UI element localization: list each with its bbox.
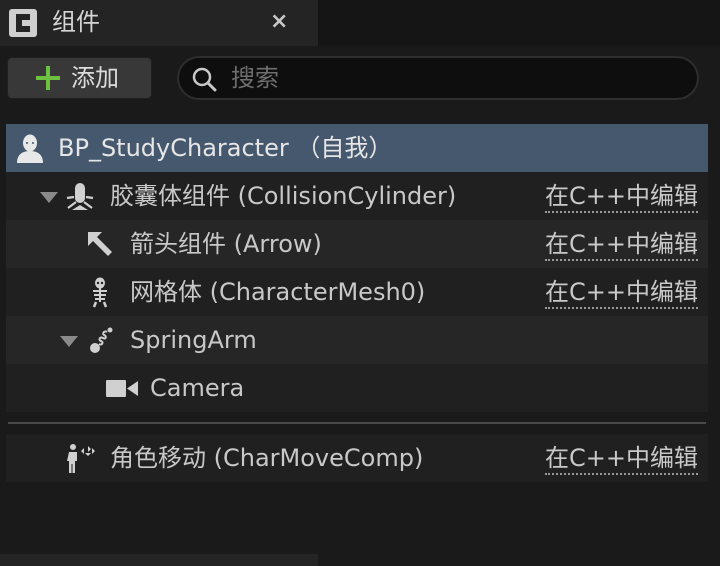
tree-item-label: 胶囊体组件 (CollisionCylinder): [110, 182, 457, 210]
arrow-component-icon: [88, 232, 112, 256]
blueprint-components-icon: [9, 9, 37, 37]
add-component-button[interactable]: 添加: [7, 57, 152, 99]
search-input[interactable]: [229, 60, 673, 96]
tree-row-spring-arm[interactable]: SpringArm: [6, 316, 708, 364]
skeletal-mesh-icon: [92, 277, 108, 308]
character-icon: [17, 134, 43, 163]
edit-in-cpp-link[interactable]: 在C++中编辑: [545, 229, 698, 261]
tab-bar: 组件 ×: [0, 0, 720, 46]
expand-caret-icon[interactable]: [40, 192, 58, 203]
tree-item-label: 箭头组件 (Arrow): [130, 230, 322, 258]
capsule-collision-icon: [66, 183, 94, 210]
tree-row-character-movement[interactable]: 角色移动 (CharMoveComp) 在C++中编辑: [6, 434, 708, 482]
character-movement-icon: [67, 444, 95, 473]
tree-item-label: SpringArm: [130, 326, 257, 354]
tree-row-camera[interactable]: Camera: [6, 364, 708, 412]
edit-in-cpp-link[interactable]: 在C++中编辑: [545, 277, 698, 309]
tab-components[interactable]: 组件 ×: [0, 0, 318, 46]
details-tab-edge[interactable]: [0, 554, 318, 566]
tree-item-label: Camera: [150, 374, 245, 402]
tree-item-label: 角色移动 (CharMoveComp): [110, 444, 424, 472]
plus-icon: [36, 66, 60, 90]
edit-in-cpp-link[interactable]: 在C++中编辑: [545, 443, 698, 475]
close-icon[interactable]: ×: [270, 7, 288, 37]
tree-row-arrow[interactable]: 箭头组件 (Arrow) 在C++中编辑: [6, 220, 708, 268]
spring-arm-icon: [90, 327, 113, 353]
search-icon: [192, 67, 217, 92]
root-label: BP_StudyCharacter （自我）: [58, 134, 393, 162]
search-box[interactable]: [177, 56, 699, 100]
section-divider: [8, 422, 706, 424]
tree-item-label: 网格体 (CharacterMesh0): [130, 278, 426, 306]
tree-row-collision-cylinder[interactable]: 胶囊体组件 (CollisionCylinder) 在C++中编辑: [6, 172, 708, 220]
tab-title: 组件: [52, 8, 100, 36]
toolbar: 添加: [0, 46, 720, 110]
expand-caret-icon[interactable]: [60, 336, 78, 347]
tree-row-character-mesh[interactable]: 网格体 (CharacterMesh0) 在C++中编辑: [6, 268, 708, 316]
add-button-label: 添加: [71, 64, 119, 92]
tree-row-root[interactable]: BP_StudyCharacter （自我）: [6, 124, 708, 172]
camera-icon: [106, 380, 138, 397]
edit-in-cpp-link[interactable]: 在C++中编辑: [545, 181, 698, 213]
